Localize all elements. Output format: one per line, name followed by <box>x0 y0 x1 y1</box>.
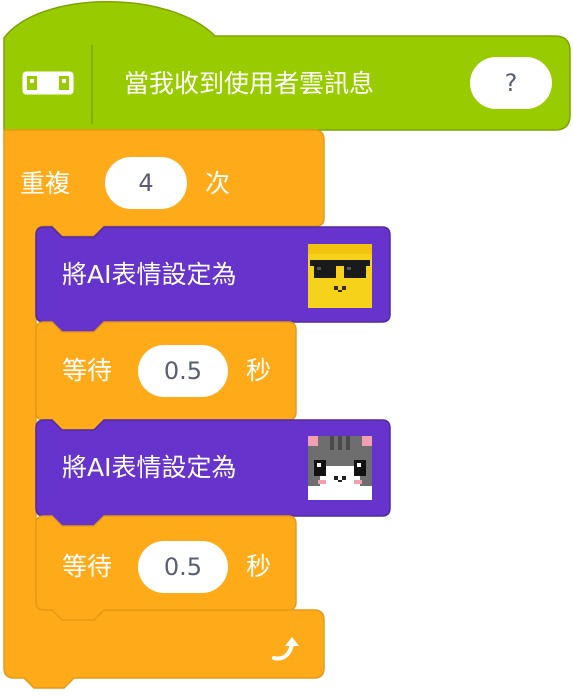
wait-suffix-1: 秒 <box>246 356 272 385</box>
wait-value-field-1[interactable]: 0.5 <box>138 345 228 397</box>
wait-value-field-2[interactable]: 0.5 <box>138 541 228 593</box>
hat-input-field[interactable]: ? <box>470 57 552 109</box>
ai-device-icon <box>22 71 74 95</box>
repeat-prefix: 重複 <box>20 169 71 198</box>
sunglasses-face-icon[interactable] <box>308 244 372 308</box>
wait-prefix-1: 等待 <box>62 356 113 385</box>
hat-label: 當我收到使用者雲訊息 <box>124 69 375 98</box>
wait-prefix-2: 等待 <box>62 552 113 581</box>
repeat-count-field[interactable]: 4 <box>105 157 187 209</box>
set-face-label-2: 將AI表情設定為 <box>62 453 237 482</box>
cat-face-icon[interactable] <box>308 436 372 500</box>
wait-suffix-2: 秒 <box>246 552 272 581</box>
set-face-label-1: 將AI表情設定為 <box>62 260 237 289</box>
loop-arrow-icon <box>272 637 299 661</box>
repeat-suffix: 次 <box>205 169 231 198</box>
